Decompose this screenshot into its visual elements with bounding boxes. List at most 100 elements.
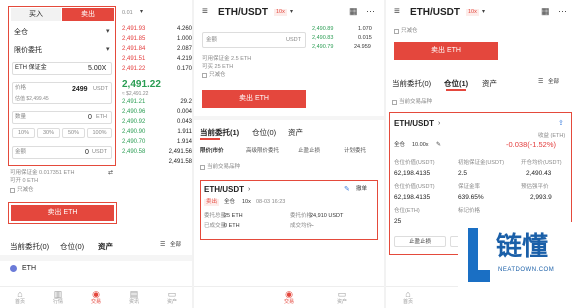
available-margin: 可用保证金 0.017351 ETH — [10, 170, 75, 176]
sell-eth-button[interactable]: 卖出 ETH — [11, 205, 114, 221]
tab-positions[interactable]: 仓位(0) — [60, 241, 84, 252]
amount-label: 金额 — [15, 149, 27, 155]
pct-10[interactable]: 10% — [12, 128, 35, 138]
ask-price[interactable]: 2,491.85 — [122, 35, 145, 44]
list-icon[interactable]: ☰ — [538, 78, 543, 87]
bid-price[interactable]: 2,490.83 — [312, 35, 333, 42]
position-value-2: 62,198.4135 — [394, 194, 431, 201]
bid-price[interactable]: 2,490.96 — [122, 108, 145, 117]
edit-icon[interactable]: ✎ — [344, 185, 350, 194]
bid-price[interactable]: 2,491.21 — [122, 98, 145, 107]
more-icon[interactable]: ⋯ — [366, 7, 375, 16]
sell-eth-button[interactable]: 卖出 ETH — [202, 90, 306, 108]
ask-price[interactable]: 2,491.22 — [122, 65, 145, 74]
filter-checkbox[interactable] — [392, 100, 397, 105]
sell-eth-button[interactable]: 卖出 ETH — [394, 42, 498, 60]
pct-30[interactable]: 30% — [37, 128, 60, 138]
wallet-icon: ▭ — [167, 289, 177, 299]
asset-row-eth[interactable]: ETH — [22, 264, 36, 273]
bid-price[interactable]: 2,490.58 — [122, 148, 145, 157]
list-icon[interactable]: ☰ — [160, 241, 165, 250]
tab-assets[interactable]: 资产 — [288, 127, 303, 138]
trade-panel-left: 买入 卖出 全仓 ▾ 限价委托 ▾ ETH 保证金 5.00X 价格 2499 … — [0, 0, 192, 308]
pct-50[interactable]: 50% — [62, 128, 85, 138]
nav-trade[interactable]: ◉ 交易 — [271, 289, 307, 305]
calculator-icon[interactable]: ▦ — [541, 7, 550, 16]
pair-title[interactable]: ETH/USDT — [218, 7, 268, 18]
bid-price[interactable]: 2,490.70 — [122, 138, 145, 147]
more-icon[interactable]: ⋯ — [558, 7, 567, 16]
filter-checkbox[interactable] — [200, 165, 205, 170]
chevron-down-icon[interactable]: ▾ — [140, 8, 143, 17]
subtab-plan[interactable]: 计划委托 — [344, 148, 366, 155]
qty-value: 0 — [88, 114, 92, 121]
nav-home-label: 首页 — [402, 299, 413, 305]
all-filter[interactable]: 全部 — [548, 79, 559, 86]
nav-trade-label: 交易 — [283, 299, 294, 305]
chevron-right-icon: › — [438, 120, 441, 127]
order-pair[interactable]: ETH/USDT — [204, 185, 244, 194]
margin-mode-select[interactable]: 全仓 — [14, 28, 28, 37]
subtab-advanced[interactable]: 高级限价委托 — [246, 148, 279, 155]
position-pair[interactable]: ETH/USDT — [394, 119, 434, 128]
ask-price[interactable]: 2,491.93 — [122, 25, 145, 34]
menu-icon[interactable]: ≡ — [202, 7, 208, 17]
chevron-down-icon[interactable]: ▾ — [482, 8, 485, 17]
bid-qty: 2,491.58 — [168, 159, 192, 165]
tab-current-orders[interactable]: 当前委托(0) — [10, 241, 49, 252]
tpsl-button[interactable]: 止盈止损 — [394, 236, 446, 247]
leverage-value[interactable]: 5.00X — [88, 64, 106, 73]
pair-title[interactable]: ETH/USDT — [410, 7, 460, 18]
calculator-icon[interactable]: ▦ — [349, 7, 358, 16]
tab-assets[interactable]: 资产 — [98, 241, 113, 252]
menu-icon[interactable]: ≡ — [394, 7, 400, 17]
tab-assets[interactable]: 资产 — [482, 78, 497, 89]
tab-positions[interactable]: 仓位(0) — [252, 127, 276, 138]
trade-icon: ◉ — [285, 289, 293, 299]
nav-assets[interactable]: ▭ 资产 — [324, 289, 360, 305]
liq-price-value: 2,993.9 — [530, 194, 552, 201]
all-filter[interactable]: 全部 — [170, 242, 181, 249]
pct-100[interactable]: 100% — [87, 128, 112, 138]
nav-market[interactable]: ▥ 行情 — [40, 289, 76, 305]
asset-select[interactable]: ETH 保证金 — [15, 64, 47, 73]
nav-market-label: 行情 — [52, 299, 63, 305]
bid-price[interactable]: 2,490.92 — [122, 118, 145, 127]
bottom-nav: ⌂ 首页 ▥ 行情 ◉ 交易 ▤ 资讯 ▭ 资产 — [0, 286, 192, 308]
subtab-tpsl[interactable]: 止盈止损 — [298, 148, 320, 155]
nav-assets[interactable]: ▭ 资产 — [154, 289, 190, 305]
tab-positions[interactable]: 仓位(1) — [444, 78, 468, 89]
ask-price[interactable]: 2,491.51 — [122, 55, 145, 64]
nav-trade[interactable]: ◉ 交易 — [78, 289, 114, 305]
price-unit: USDT — [93, 86, 108, 92]
reduce-only-checkbox[interactable] — [394, 29, 399, 34]
transfer-icon[interactable]: ⇄ — [108, 169, 113, 178]
order-time: 08-03 16:23 — [256, 199, 286, 205]
cancel-order[interactable]: 撤单 — [356, 186, 367, 193]
nav-home[interactable]: ⌂ 首页 — [390, 289, 426, 305]
amount-value: 0 — [85, 149, 89, 156]
tab-current-orders[interactable]: 当前委托(0) — [392, 78, 431, 89]
bid-price[interactable]: 2,490.79 — [312, 44, 333, 51]
bid-price[interactable]: 2,490.89 — [312, 26, 333, 33]
order-type-select[interactable]: 限价委托 — [14, 46, 42, 55]
trade-icon: ◉ — [92, 289, 100, 299]
nav-news[interactable]: ▤ 资讯 — [116, 289, 152, 305]
home-icon: ⌂ — [405, 289, 411, 299]
buy-tab[interactable]: 买入 — [11, 8, 61, 21]
margin-ratio-value: 639.65% — [458, 194, 484, 201]
chevron-down-icon[interactable]: ▾ — [290, 8, 293, 17]
ask-price[interactable]: 2,491.84 — [122, 45, 145, 54]
sell-tab[interactable]: 卖出 — [62, 8, 114, 21]
nav-home[interactable]: ⌂ 首页 — [2, 289, 38, 305]
reduce-only-checkbox[interactable] — [10, 188, 15, 193]
bid-price[interactable]: 2,490.90 — [122, 128, 145, 137]
reduce-only-checkbox[interactable] — [202, 73, 207, 78]
avg-label: 成交均价 — [290, 223, 313, 229]
edit-icon[interactable]: ✎ — [436, 141, 441, 150]
tab-current-orders[interactable]: 当前委托(1) — [200, 127, 239, 138]
reduce-only-label: 只减仓 — [209, 72, 226, 78]
share-icon[interactable]: ⇪ — [558, 119, 564, 128]
subtab-limit-market[interactable]: 限价|市价 — [200, 148, 224, 155]
entry-price-value: 2,490.43 — [526, 170, 552, 177]
